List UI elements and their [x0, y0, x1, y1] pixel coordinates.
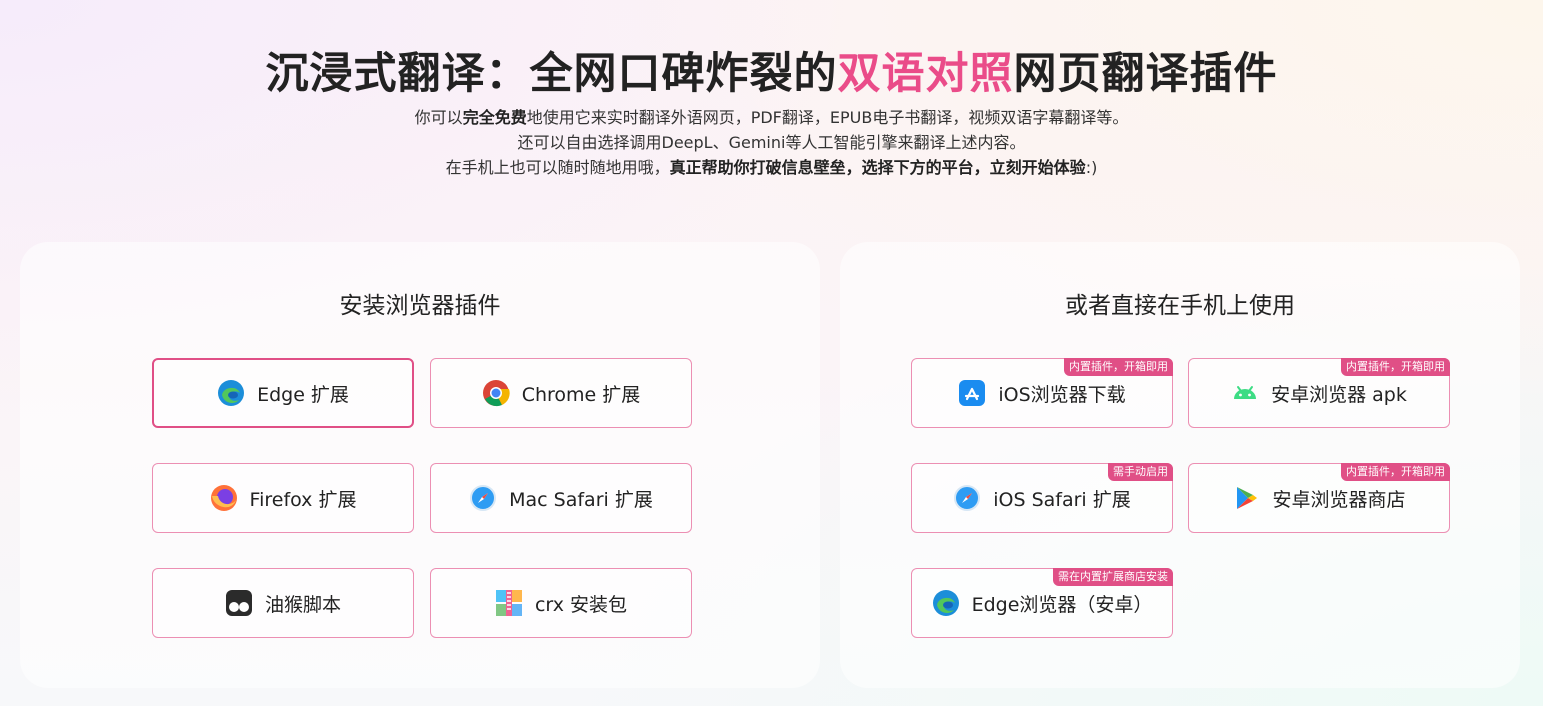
- android-store-button[interactable]: 内置插件，开箱即用 安卓浏览器商店: [1188, 463, 1450, 533]
- mobile-title: 或者直接在手机上使用: [1065, 293, 1295, 319]
- app-store-icon: [959, 380, 986, 406]
- badge: 内置插件，开箱即用: [1341, 358, 1450, 376]
- mobile-card: 或者直接在手机上使用 内置插件，开箱即用 iOS浏览器下载 内置插件，开箱即用 …: [840, 242, 1520, 688]
- extensions-title: 安装浏览器插件: [339, 293, 501, 319]
- subtitle-line-2: 还可以自由选择调用DeepL、Gemini等人工智能引擎来翻译上述内容。: [517, 133, 1026, 152]
- android-icon: [1234, 386, 1257, 399]
- chrome-extension-button[interactable]: Chrome 扩展: [430, 358, 692, 428]
- button-label: crx 安装包: [534, 593, 628, 616]
- page-title: 沉浸式翻译：全网口碑炸裂的双语对照网页翻译插件: [0, 44, 1543, 104]
- zip-icon: [495, 590, 522, 616]
- button-label: 安卓浏览器商店: [1272, 488, 1406, 511]
- edge-icon: [932, 590, 959, 616]
- safari-icon: [954, 485, 981, 511]
- title-text: 沉浸式翻译：全网口碑炸裂的: [265, 49, 838, 99]
- edge-android-button[interactable]: 需在内置扩展商店安装 Edge浏览器（安卓）: [911, 568, 1173, 638]
- badge: 需在内置扩展商店安装: [1053, 568, 1173, 586]
- safari-icon: [470, 485, 497, 511]
- subtitle-text: 在手机上也可以随时随地用哦，: [445, 158, 670, 177]
- extensions-card: 安装浏览器插件 Edge 扩展 Chrome 扩展 Firefox 扩展 Mac…: [20, 242, 820, 688]
- mac-safari-extension-button[interactable]: Mac Safari 扩展: [430, 463, 692, 533]
- subtitle-text: :): [1085, 158, 1098, 177]
- google-play-icon: [1237, 487, 1258, 509]
- button-label: iOS Safari 扩展: [993, 488, 1131, 511]
- subtitle-line-3: 在手机上也可以随时随地用哦，真正帮助你打破信息壁垒，选择下方的平台，立刻开始体验…: [0, 157, 1543, 179]
- tampermonkey-button[interactable]: 油猴脚本: [152, 568, 414, 638]
- title-text-end: 网页翻译插件: [1013, 49, 1278, 99]
- chrome-icon: [482, 380, 510, 407]
- button-label: 安卓浏览器 apk: [1271, 383, 1407, 406]
- tampermonkey-icon: [225, 590, 252, 616]
- button-label: Edge 扩展: [257, 383, 349, 406]
- button-label: Edge浏览器（安卓）: [971, 593, 1153, 616]
- title-highlight: 双语对照: [837, 49, 1014, 99]
- firefox-icon: [210, 485, 237, 511]
- button-label: iOS浏览器下载: [998, 383, 1126, 406]
- button-label: 油猴脚本: [264, 593, 341, 616]
- crx-package-button[interactable]: crx 安装包: [430, 568, 692, 638]
- android-apk-button[interactable]: 内置插件，开箱即用 安卓浏览器 apk: [1188, 358, 1450, 428]
- ios-browser-download-button[interactable]: 内置插件，开箱即用 iOS浏览器下载: [911, 358, 1173, 428]
- edge-icon: [218, 380, 245, 406]
- subtitle-line-1: 你可以完全免费地使用它来实时翻译外语网页，PDF翻译，EPUB电子书翻译，视频双…: [0, 107, 1543, 129]
- subtitle-text: 你可以: [414, 108, 463, 127]
- firefox-extension-button[interactable]: Firefox 扩展: [152, 463, 414, 533]
- subtitle-bold: 真正帮助你打破信息壁垒，选择下方的平台，立刻开始体验: [669, 158, 1086, 177]
- button-label: Mac Safari 扩展: [509, 488, 653, 511]
- badge: 内置插件，开箱即用: [1341, 463, 1450, 481]
- subtitle-text: 地使用它来实时翻译外语网页，PDF翻译，EPUB电子书翻译，视频双语字幕翻译等。: [526, 108, 1129, 127]
- badge: 内置插件，开箱即用: [1064, 358, 1173, 376]
- badge: 需手动启用: [1108, 463, 1173, 481]
- button-label: Firefox 扩展: [249, 488, 357, 511]
- edge-extension-button[interactable]: Edge 扩展: [152, 358, 414, 428]
- ios-safari-extension-button[interactable]: 需手动启用 iOS Safari 扩展: [911, 463, 1173, 533]
- button-label: Chrome 扩展: [521, 383, 641, 406]
- subtitle-bold: 完全免费: [462, 108, 527, 127]
